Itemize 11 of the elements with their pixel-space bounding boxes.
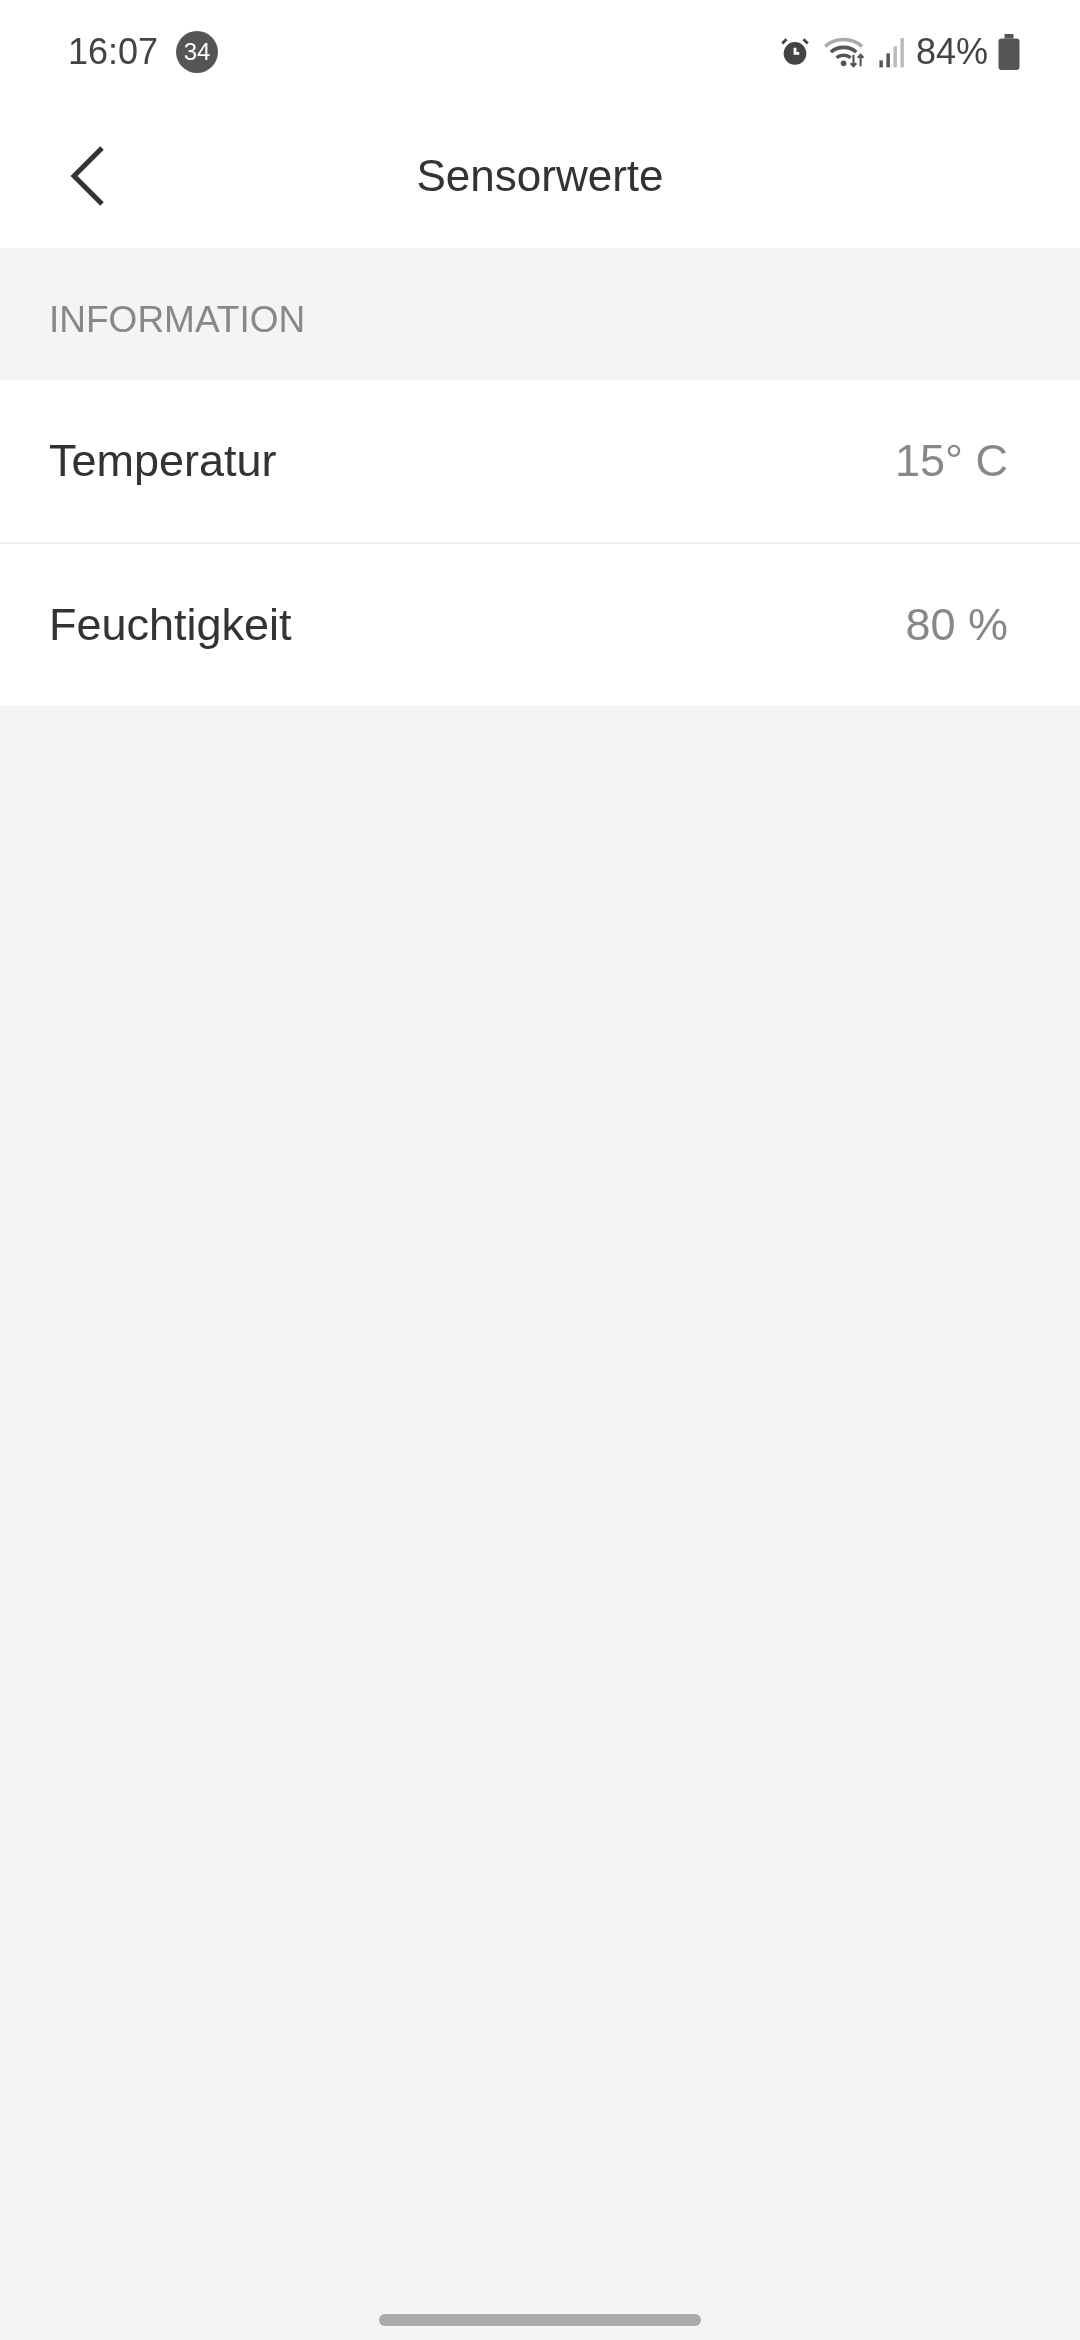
section-header: INFORMATION — [49, 299, 306, 341]
row-value: 80 % — [905, 599, 1008, 651]
status-time: 16:07 — [68, 31, 159, 73]
row-value: 15° C — [894, 435, 1008, 487]
battery-icon — [998, 34, 1020, 70]
battery-percent: 84% — [915, 31, 988, 73]
signal-icon — [877, 35, 906, 69]
notification-badge: 34 — [176, 31, 219, 73]
row-label: Temperatur — [49, 435, 277, 487]
row-label: Feuchtigkeit — [49, 599, 292, 651]
page-title: Sensorwerte — [416, 151, 664, 201]
